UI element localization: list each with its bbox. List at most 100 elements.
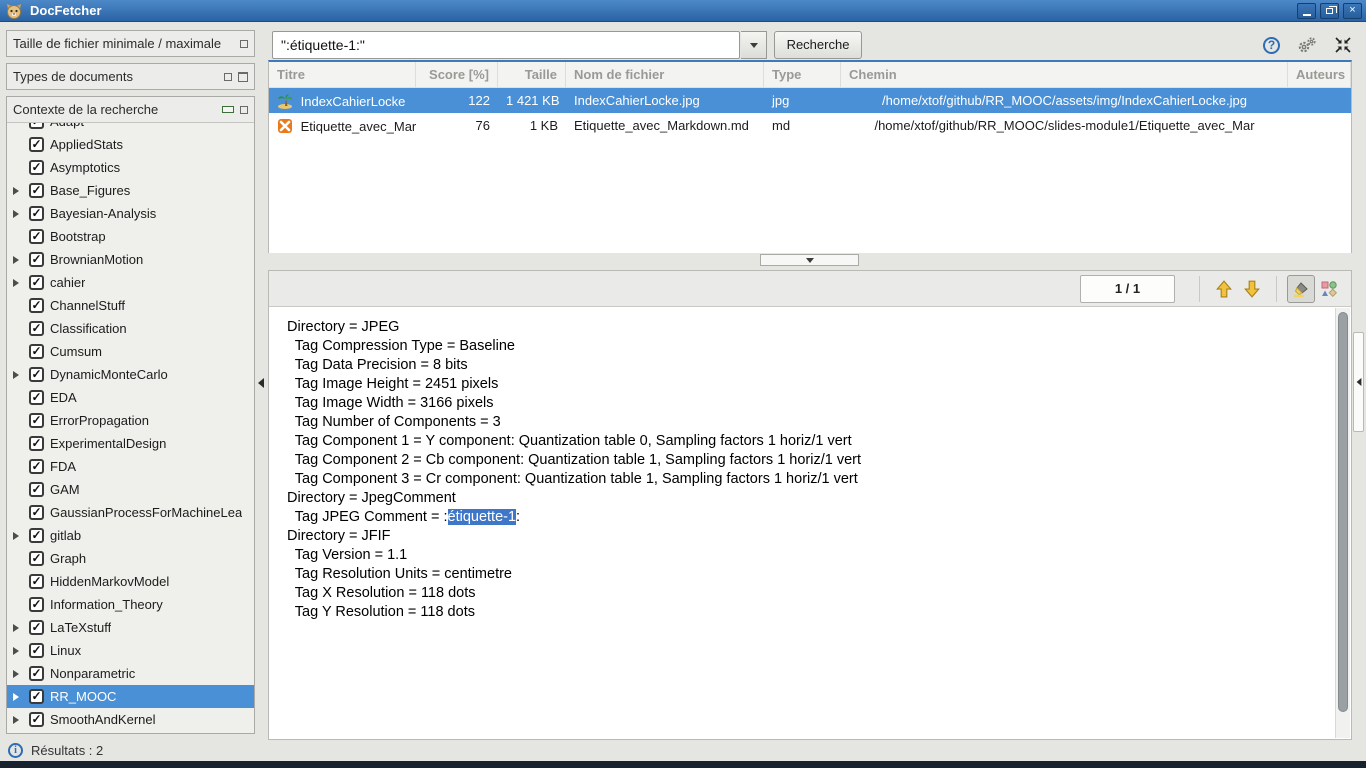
search-input[interactable] <box>272 31 740 59</box>
checkbox[interactable]: ✓ <box>29 620 44 635</box>
panel-file-size[interactable]: Taille de fichier minimale / maximale <box>6 30 255 57</box>
minimize-button[interactable] <box>1297 3 1316 19</box>
expander-icon[interactable] <box>13 643 25 658</box>
checkbox[interactable]: ✓ <box>29 712 44 727</box>
checkbox[interactable]: ✓ <box>29 666 44 681</box>
preview-scrollbar[interactable] <box>1335 308 1350 738</box>
maximize-button[interactable] <box>1320 3 1339 19</box>
restore-panel-icon[interactable] <box>224 73 232 81</box>
tree-item-Adapt[interactable]: ✓Adapt <box>7 123 254 133</box>
restore-panel-icon[interactable] <box>240 106 248 114</box>
tree-item-cahier[interactable]: ✓cahier <box>7 271 254 294</box>
column-header-titre[interactable]: Titre <box>269 62 416 87</box>
tree-item-Nonparametric[interactable]: ✓ Nonparametric <box>7 662 254 685</box>
text-extraction-icon[interactable] <box>1315 275 1343 303</box>
tree-item-Linux[interactable]: ✓Linux <box>7 639 254 662</box>
tree-item-Bayesian-Analysis[interactable]: ✓Bayesian-Analysis <box>7 202 254 225</box>
tree-item-FDA[interactable]: ✓FDA <box>7 455 254 478</box>
maximize-panel-icon[interactable] <box>238 72 248 82</box>
preview-collapse-handle[interactable] <box>1353 332 1364 432</box>
expander-icon[interactable] <box>13 183 25 198</box>
checkbox[interactable]: ✓ <box>29 229 44 244</box>
checkbox[interactable]: ✓ <box>29 206 44 221</box>
tree-item-EDA[interactable]: ✓EDA <box>7 386 254 409</box>
checkbox[interactable]: ✓ <box>29 252 44 267</box>
search-history-dropdown-button[interactable] <box>741 31 767 59</box>
tree-item-Information_Theory[interactable]: ✓Information_Theory <box>7 593 254 616</box>
previous-occurrence-button[interactable] <box>1210 275 1238 303</box>
scrollbar-thumb[interactable] <box>1338 312 1348 712</box>
checkbox[interactable]: ✓ <box>29 367 44 382</box>
tree-item-label: Nonparametric <box>50 666 135 681</box>
highlight-toggle-button[interactable] <box>1287 275 1315 303</box>
minimize-to-tray-icon[interactable] <box>1334 36 1352 54</box>
tree-item-AppliedStats[interactable]: ✓AppliedStats <box>7 133 254 156</box>
column-header-nom-de-fichier[interactable]: Nom de fichier <box>566 62 764 87</box>
checkbox[interactable]: ✓ <box>29 597 44 612</box>
tree-item-GaussianProcessForMachineLea[interactable]: ✓GaussianProcessForMachineLea <box>7 501 254 524</box>
tree-item-Asymptotics[interactable]: ✓Asymptotics <box>7 156 254 179</box>
expander-icon[interactable] <box>13 206 25 221</box>
checkbox[interactable]: ✓ <box>29 574 44 589</box>
expander-icon[interactable] <box>13 367 25 382</box>
column-header-type[interactable]: Type <box>764 62 841 87</box>
tree-item-gitlab[interactable]: ✓gitlab <box>7 524 254 547</box>
tree-item-Bootstrap[interactable]: ✓Bootstrap <box>7 225 254 248</box>
search-button[interactable]: Recherche <box>774 31 862 59</box>
expander-icon[interactable] <box>13 689 25 704</box>
expander-icon[interactable] <box>13 528 25 543</box>
splitter-collapse-button[interactable] <box>760 254 859 266</box>
sidebar-collapse-handle[interactable] <box>258 376 266 390</box>
tree-item-GAM[interactable]: ✓GAM <box>7 478 254 501</box>
table-row[interactable]: IndexCahierLocke1221 421 KBIndexCahierLo… <box>269 88 1351 113</box>
checkbox[interactable]: ✓ <box>29 321 44 336</box>
tree-item-RR_MOOC[interactable]: ✓RR_MOOC <box>7 685 254 708</box>
tree-item-Cumsum[interactable]: ✓Cumsum <box>7 340 254 363</box>
close-button[interactable]: × <box>1343 3 1362 19</box>
checkbox[interactable]: ✓ <box>29 459 44 474</box>
expander-icon[interactable] <box>13 666 25 681</box>
checkbox[interactable]: ✓ <box>29 298 44 313</box>
expander-icon[interactable] <box>13 275 25 290</box>
checkbox[interactable]: ✓ <box>29 436 44 451</box>
checkbox[interactable]: ✓ <box>29 160 44 175</box>
checkbox[interactable]: ✓ <box>29 137 44 152</box>
tree-item-DynamicMonteCarlo[interactable]: ✓DynamicMonteCarlo <box>7 363 254 386</box>
next-occurrence-button[interactable] <box>1238 275 1266 303</box>
column-header-taille[interactable]: Taille <box>498 62 566 87</box>
expander-icon[interactable] <box>13 620 25 635</box>
tree-item-HiddenMarkovModel[interactable]: ✓HiddenMarkovModel <box>7 570 254 593</box>
column-header-score-[interactable]: Score [%] <box>416 62 498 87</box>
panel-document-types[interactable]: Types de documents <box>6 63 255 90</box>
tree-item-Classification[interactable]: ✓Classification <box>7 317 254 340</box>
help-icon[interactable]: ? <box>1263 37 1280 54</box>
preferences-gears-icon[interactable] <box>1296 36 1318 54</box>
tree-item-BrownianMotion[interactable]: ✓BrownianMotion <box>7 248 254 271</box>
expander-icon[interactable] <box>13 712 25 727</box>
checkbox[interactable]: ✓ <box>29 482 44 497</box>
table-row[interactable]: Etiquette_avec_Markdown761 KBEtiquette_a… <box>269 113 1351 138</box>
checkbox[interactable]: ✓ <box>29 390 44 405</box>
checkbox[interactable]: ✓ <box>29 551 44 566</box>
checkbox[interactable]: ✓ <box>29 505 44 520</box>
tree-item-Graph[interactable]: ✓Graph <box>7 547 254 570</box>
tree-item-Base_Figures[interactable]: ✓Base_Figures <box>7 179 254 202</box>
tree-item-SmoothAndKernel[interactable]: ✓SmoothAndKernel <box>7 708 254 731</box>
column-header-chemin[interactable]: Chemin <box>841 62 1288 87</box>
checkbox[interactable]: ✓ <box>29 183 44 198</box>
column-header-auteurs[interactable]: Auteurs <box>1288 62 1351 87</box>
expander-icon[interactable] <box>13 252 25 267</box>
checkbox[interactable]: ✓ <box>29 344 44 359</box>
checkbox[interactable]: ✓ <box>29 689 44 704</box>
checkbox[interactable]: ✓ <box>29 528 44 543</box>
checkbox[interactable]: ✓ <box>29 643 44 658</box>
collapse-panel-icon[interactable] <box>222 106 234 113</box>
checkbox[interactable]: ✓ <box>29 123 44 129</box>
restore-panel-icon[interactable] <box>240 40 248 48</box>
tree-item-ChannelStuff[interactable]: ✓ChannelStuff <box>7 294 254 317</box>
checkbox[interactable]: ✓ <box>29 275 44 290</box>
checkbox[interactable]: ✓ <box>29 413 44 428</box>
tree-item-ExperimentalDesign[interactable]: ✓ExperimentalDesign <box>7 432 254 455</box>
tree-item-ErrorPropagation[interactable]: ✓ErrorPropagation <box>7 409 254 432</box>
tree-item-LaTeXstuff[interactable]: ✓LaTeXstuff <box>7 616 254 639</box>
